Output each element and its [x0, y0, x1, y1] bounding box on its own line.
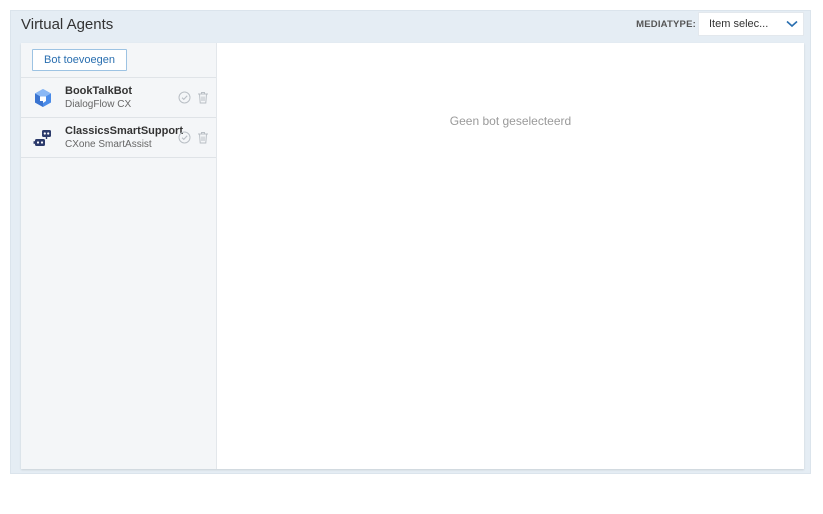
chevron-down-icon[interactable]: [781, 13, 803, 35]
check-circle-icon[interactable]: [177, 130, 191, 144]
mediatype-label: MEDIATYPE:: [636, 19, 696, 30]
mediatype-select-value: Item selec...: [709, 18, 769, 30]
virtual-agents-panel: Virtual Agents MEDIATYPE: Item selec... …: [10, 10, 811, 474]
bot-name: ClassicsSmartSupport: [65, 125, 183, 137]
robot-icon: [33, 128, 53, 148]
row-actions: [177, 130, 210, 144]
bot-type: DialogFlow CX: [65, 99, 132, 110]
bot-detail-pane: Geen bot geselecteerd: [217, 43, 804, 469]
mediatype-select[interactable]: Item selec...: [698, 12, 804, 36]
trash-icon[interactable]: [196, 130, 210, 144]
dialogflow-cx-icon: [33, 88, 53, 108]
bot-list-item[interactable]: BookTalkBot DialogFlow CX: [21, 78, 216, 118]
content-area: Bot toevoegen BookTalkBot DialogFlow CX: [21, 43, 804, 469]
add-bot-button[interactable]: Bot toevoegen: [32, 49, 127, 71]
bot-list-item[interactable]: ClassicsSmartSupport CXone SmartAssist: [21, 118, 216, 158]
bot-type: CXone SmartAssist: [65, 139, 152, 150]
empty-state-message: Geen bot geselecteerd: [449, 114, 572, 128]
trash-icon[interactable]: [196, 90, 210, 104]
add-bar: Bot toevoegen: [21, 43, 216, 78]
row-actions: [177, 90, 210, 104]
bot-name: BookTalkBot: [65, 85, 133, 97]
page-title: Virtual Agents: [21, 16, 114, 33]
check-circle-icon[interactable]: [177, 90, 191, 104]
panel-header: Virtual Agents MEDIATYPE: Item selec...: [11, 11, 810, 41]
bot-list-sidebar: Bot toevoegen BookTalkBot DialogFlow CX: [21, 43, 217, 469]
